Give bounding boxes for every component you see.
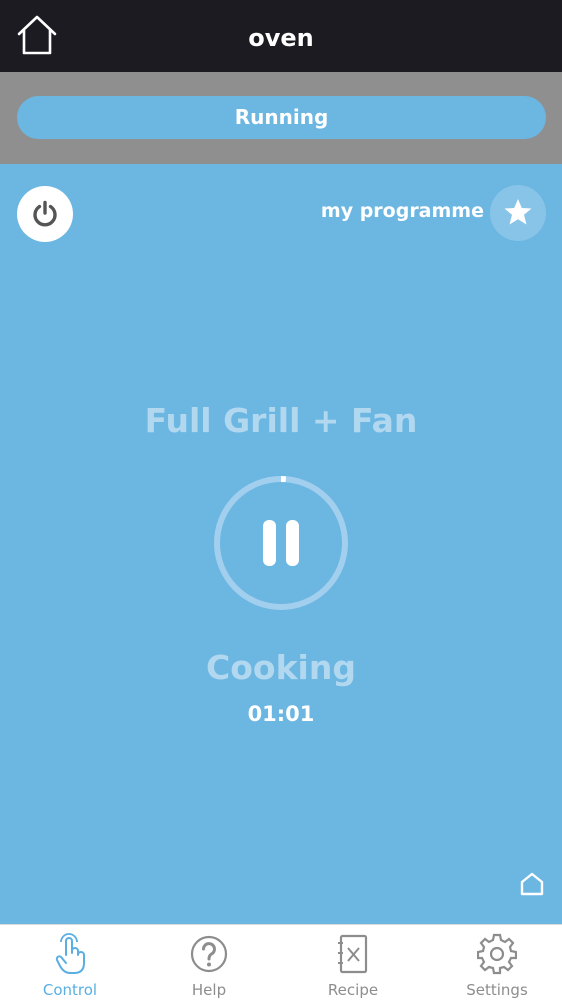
home-connect-button[interactable] [519, 871, 545, 897]
status-band: Running [0, 72, 562, 164]
tab-settings-label: Settings [466, 981, 528, 999]
home-icon [17, 15, 57, 55]
power-button[interactable] [17, 186, 73, 242]
pause-icon [263, 520, 276, 566]
tab-recipe[interactable]: Recipe [283, 925, 423, 1000]
cooking-phase: Cooking [206, 648, 356, 687]
cooking-timer: 01:01 [247, 702, 315, 726]
tab-control[interactable]: Control [0, 925, 140, 1000]
touch-hand-icon [55, 933, 85, 974]
favourite-label[interactable]: my programme [321, 200, 484, 222]
pause-button[interactable] [213, 475, 349, 611]
gear-icon [477, 933, 517, 975]
recipe-book-icon [338, 934, 368, 974]
programme-name: Full Grill + Fan [144, 401, 418, 440]
home-button[interactable] [14, 12, 60, 58]
tab-control-label: Control [42, 981, 98, 999]
question-icon [190, 935, 228, 973]
control-panel: my programme Full Grill + Fan Cooking 01… [0, 164, 562, 924]
tab-settings[interactable]: Settings [427, 925, 562, 1000]
tab-recipe-label: Recipe [327, 981, 379, 999]
favourite-button[interactable] [490, 185, 546, 241]
pause-icon-bar-2 [286, 520, 299, 566]
home-connect-icon [520, 872, 544, 896]
top-bar: oven [0, 0, 562, 72]
star-icon [504, 199, 532, 225]
tab-help[interactable]: Help [139, 925, 279, 1000]
status-badge: Running [17, 96, 546, 139]
power-icon [33, 200, 57, 227]
tab-bar: Control Help Recipe Settings [0, 924, 562, 1000]
progress-ring [214, 476, 348, 610]
tab-help-label: Help [191, 981, 227, 999]
page-title: oven [248, 24, 314, 52]
